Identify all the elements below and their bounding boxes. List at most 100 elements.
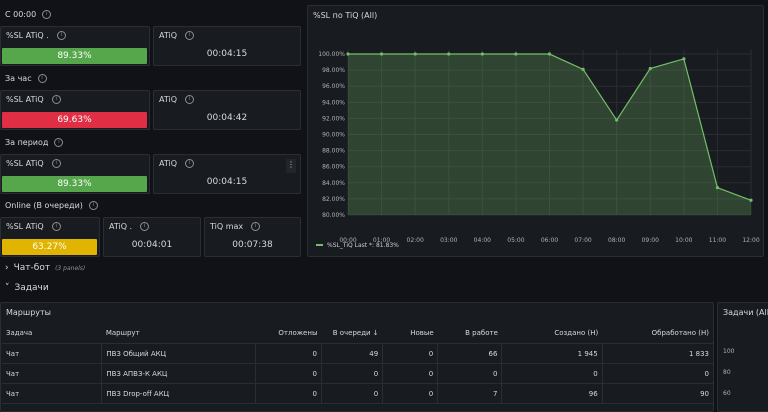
table-row[interactable]: Чат ПВЗ Общий АКЦ 0 49 0 66 1 945 1 833 xyxy=(2,343,713,364)
table-cell: 7 xyxy=(437,383,502,404)
atiq-value: 00:04:15 xyxy=(206,49,248,59)
table-cell: 66 xyxy=(437,343,502,364)
row-chatbot[interactable]: › Чат-бот (3 panels) xyxy=(5,263,85,273)
x-tick-label: 07:00 xyxy=(574,237,591,244)
panel-title: %SL ATiQ xyxy=(6,159,44,168)
y-tick: 100 xyxy=(723,348,735,355)
table-cell: Чат xyxy=(2,343,102,364)
y-tick-label: 92.00% xyxy=(322,115,345,122)
info-icon[interactable]: i xyxy=(185,95,195,104)
panel-title: ATiQ . xyxy=(109,222,133,231)
table-cell: 49 xyxy=(320,343,383,364)
info-icon[interactable]: i xyxy=(185,31,195,40)
x-tick-label: 09:00 xyxy=(642,237,659,244)
panel-title: Маршруты xyxy=(6,308,51,317)
panel-title: %SL ATiQ . xyxy=(6,31,49,40)
data-point xyxy=(379,52,384,56)
table-row[interactable]: Чат ПВЗ Drop-off АКЦ 0 0 0 7 96 90 xyxy=(2,383,713,404)
table-row[interactable]: Чат ПВЗ АПВЗ-К АКЦ 0 0 0 0 0 0 xyxy=(2,363,713,384)
sl-tiq-chart-panel: %SL по TiQ (All) 100.00% 98.00% 96.00% 94.0… xyxy=(307,5,764,257)
info-icon[interactable]: i xyxy=(251,222,261,231)
table-cell: Чат xyxy=(2,383,102,404)
y-tick-label: 100.00% xyxy=(318,51,345,58)
column-header[interactable]: Маршрут xyxy=(101,323,256,344)
table-cell: ПВЗ АПВЗ-К АКЦ xyxy=(101,363,256,384)
panel-title: %SL ATiQ xyxy=(6,95,44,104)
data-point xyxy=(346,52,350,56)
column-header[interactable]: Отложены xyxy=(255,323,322,344)
table-cell: 0 xyxy=(255,363,322,384)
table-cell: 0 xyxy=(501,363,603,384)
data-point xyxy=(447,52,451,56)
y-tick-label: 80.00% xyxy=(322,212,345,219)
panel-title: ATiQ xyxy=(159,31,178,40)
atiq-value: 00:04:01 xyxy=(131,240,173,250)
x-tick-label: 12:00 xyxy=(742,237,759,244)
atiq-value: 00:04:15 xyxy=(206,177,248,187)
column-header[interactable]: Задача xyxy=(2,323,102,344)
column-header[interactable]: Новые xyxy=(382,323,438,344)
panel-menu-icon[interactable]: ⋮ xyxy=(286,159,296,173)
x-tick-label: 11:00 xyxy=(709,237,726,244)
data-point xyxy=(715,186,720,190)
column-header[interactable]: Обработано (Н) xyxy=(602,323,713,344)
row-tasks[interactable]: ˅ Задачи xyxy=(5,283,49,293)
section-title-online: Online (В очереди) i xyxy=(5,201,98,210)
info-icon[interactable]: i xyxy=(37,74,47,83)
tiq-max-value: 00:07:38 xyxy=(232,240,273,250)
atiq-value: 00:04:42 xyxy=(206,113,248,123)
sl-atiq-panel-today: %SL ATiQ . i 89.33% xyxy=(0,26,150,66)
data-point xyxy=(547,52,552,56)
series-area xyxy=(348,54,751,216)
info-icon[interactable]: i xyxy=(51,222,61,231)
column-header[interactable]: В работе xyxy=(437,323,502,344)
y-tick-label: 96.00% xyxy=(322,83,345,90)
info-icon[interactable]: i xyxy=(56,31,66,40)
x-tick-label: 06:00 xyxy=(541,237,558,244)
table-cell: 0 xyxy=(382,363,438,384)
chevron-right-icon: › xyxy=(5,263,9,273)
row-title: Чат-бот xyxy=(13,263,51,273)
routes-panel: Маршруты Задача Маршрут Отложены В очереди … xyxy=(0,302,714,412)
section-title-period: За период i xyxy=(5,138,64,147)
sl-atiq-panel-hour: %SL ATiQ i 69.63% xyxy=(0,90,150,130)
table-cell: 1 945 xyxy=(501,343,603,364)
routes-table: Задача Маршрут Отложены В очереди ↓ Новые В р… xyxy=(2,323,713,404)
data-point xyxy=(682,57,686,61)
panel-title: TiQ max xyxy=(210,222,244,231)
info-icon[interactable]: i xyxy=(51,159,61,168)
info-icon[interactable]: i xyxy=(42,10,52,19)
section-title-since-midnight: С 00:00 i xyxy=(5,10,52,19)
table-cell: 0 xyxy=(601,363,713,384)
atiq-panel-online: ATiQ . i 00:04:01 xyxy=(103,217,201,257)
table-cell: 0 xyxy=(320,383,383,404)
info-icon[interactable]: i xyxy=(88,201,98,210)
row-hint: (3 panels) xyxy=(55,264,86,272)
x-tick-label: 02:00 xyxy=(407,237,424,244)
x-tick-label: 04:00 xyxy=(474,237,491,244)
y-tick-label: 86.00% xyxy=(322,164,345,171)
info-icon[interactable]: i xyxy=(185,159,195,168)
atiq-panel-today: ATiQ i 00:04:15 xyxy=(153,26,301,66)
table-cell: ПВЗ Общий АКЦ xyxy=(101,343,256,364)
panel-title: Задачи (All) xyxy=(723,308,768,317)
sl-gauge-bar: 89.33% xyxy=(2,48,147,64)
y-tick: 60 xyxy=(723,390,731,397)
data-point xyxy=(615,118,619,122)
data-point xyxy=(413,52,417,56)
tiq-max-panel: TiQ max i 00:07:38 xyxy=(204,217,301,257)
table-cell: 0 xyxy=(320,363,383,384)
section-title-last-hour: За час i xyxy=(5,74,47,83)
table-cell: Чат xyxy=(2,363,102,384)
column-header[interactable]: В очереди ↓ xyxy=(321,323,383,344)
y-tick-label: 94.00% xyxy=(322,99,345,106)
column-header[interactable]: Создано (Н) xyxy=(501,323,603,344)
y-tick-label: 88.00% xyxy=(322,148,345,155)
tasks-all-panel: Задачи (All) 100 80 60 xyxy=(717,302,768,412)
info-icon[interactable]: i xyxy=(54,138,64,147)
info-icon[interactable]: i xyxy=(51,95,61,104)
sl-gauge-bar: 69.63% xyxy=(2,112,147,128)
y-tick-label: 90.00% xyxy=(322,132,345,139)
info-icon[interactable]: i xyxy=(140,222,150,231)
legend-entry: %SL_TiQ Last *: 81.83% xyxy=(327,242,399,249)
